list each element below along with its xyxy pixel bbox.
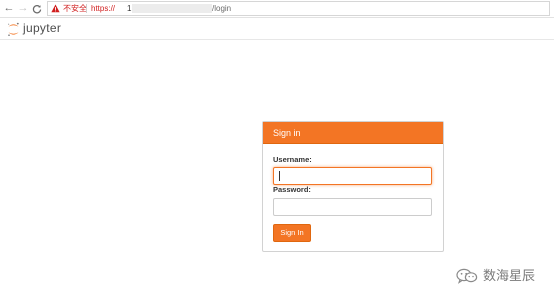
back-arrow-icon[interactable]: ← — [3, 2, 15, 15]
jupyter-header: jupyter — [0, 19, 554, 40]
security-warning-label[interactable]: 不安全 — [63, 3, 87, 14]
text-caret — [279, 171, 280, 181]
login-panel: Sign in Username: Password: Sign In — [262, 121, 444, 252]
username-label: Username: — [273, 155, 312, 164]
login-title: Sign in — [273, 128, 301, 138]
jupyter-logo-text[interactable]: jupyter — [23, 21, 61, 36]
url-scheme: https:// — [91, 4, 116, 13]
address-bar[interactable]: 不安全 https:// 1 /login — [47, 1, 550, 16]
url-host: 1 — [127, 4, 132, 13]
password-label: Password: — [273, 185, 311, 194]
username-input[interactable] — [273, 167, 432, 185]
browser-toolbar: ← → 不安全 https:// 1 /login — [0, 0, 554, 18]
password-input[interactable] — [273, 198, 432, 216]
forward-arrow-icon[interactable]: → — [17, 2, 29, 15]
redacted-host-mask — [132, 4, 212, 13]
reload-icon[interactable] — [31, 2, 43, 15]
sign-in-button[interactable]: Sign In — [273, 224, 311, 242]
url-path: /login — [212, 4, 232, 13]
watermark: 数海星辰 — [456, 266, 551, 286]
wechat-icon — [456, 268, 478, 284]
watermark-text: 数海星辰 — [483, 268, 536, 283]
warning-icon — [51, 4, 60, 13]
jupyter-logo-icon[interactable] — [7, 22, 20, 37]
address-divider — [86, 4, 87, 13]
login-panel-heading: Sign in — [263, 122, 443, 144]
